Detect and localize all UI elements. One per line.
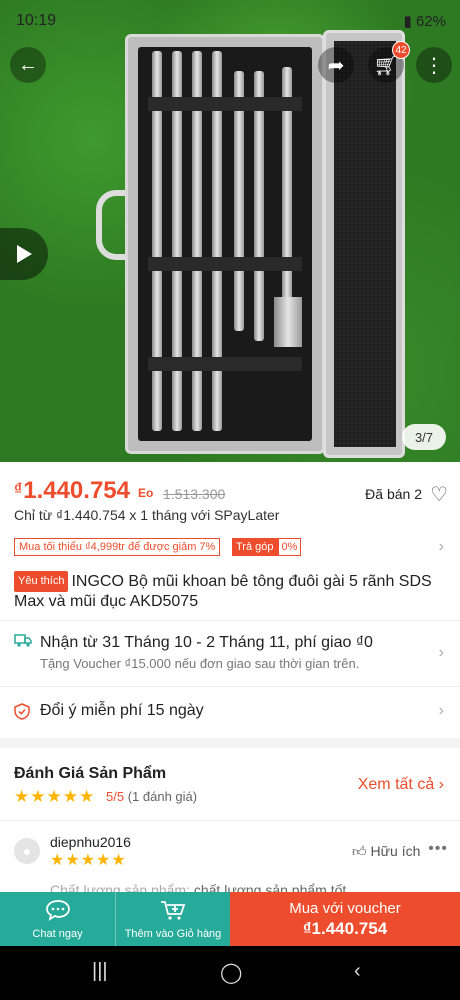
more-icon[interactable]: •••	[428, 840, 448, 858]
cart-button[interactable]: 🛒︎ 42	[368, 41, 410, 83]
recent-apps-icon[interactable]: |||	[92, 960, 108, 983]
chevron-right-icon[interactable]: ›	[439, 644, 444, 662]
product-page: 10:19 ▮ 62% ← ➦ 🛒︎ 42 ⋮ 3/7 ₫1.440.754 E…	[0, 0, 460, 1000]
image-counter: 3/7	[402, 424, 446, 450]
sold-count: Đã bán 2	[365, 486, 422, 502]
share-icon: ➦	[327, 54, 345, 77]
chat-icon	[45, 899, 71, 926]
case-lid	[323, 30, 405, 458]
shipping-estimate[interactable]: Nhận từ 31 Tháng 10 - 2 Tháng 11, phí gi…	[40, 634, 373, 652]
add-to-cart-button[interactable]: Thêm vào Giỏ hàng	[115, 892, 230, 946]
chat-button[interactable]: Chat ngay	[0, 892, 115, 946]
shipping-voucher-note: Tặng Voucher ₫15.000 nếu đơn giao sau th…	[40, 656, 360, 671]
status-bar: 10:19 ▮ 62%	[0, 0, 460, 30]
chevron-right-icon: ›	[438, 776, 444, 793]
price: ₫1.440.754	[14, 477, 130, 504]
see-all-reviews-link[interactable]: Xem tất cả ›	[358, 776, 444, 794]
shield-icon	[14, 703, 30, 720]
more-vertical-icon: ⋮	[424, 54, 444, 77]
installment-info[interactable]: Chỉ từ ₫1.440.754 x 1 tháng với SPayLate…	[14, 507, 279, 523]
favorite-badge: Yêu thích	[14, 571, 69, 592]
review-username: diepnhu2016	[50, 834, 131, 850]
truck-icon	[14, 633, 32, 647]
back-button[interactable]: ←	[10, 47, 46, 83]
helpful-button[interactable]: 👍︎ Hữu ích	[352, 843, 420, 860]
avatar: ●	[14, 838, 40, 864]
bottom-action-bar: Chat ngay Thêm vào Giỏ hàng Mua với vouc…	[0, 892, 460, 946]
add-to-cart-icon	[159, 899, 187, 926]
play-icon	[17, 245, 32, 263]
thumbs-up-icon: 👍︎	[352, 843, 367, 859]
chevron-right-icon[interactable]: ›	[439, 702, 444, 720]
rating-stars: ★★★★★	[14, 787, 96, 806]
product-title: Yêu thích INGCO Bộ mũi khoan bê tông đuôi…	[14, 571, 432, 610]
original-price: 1.513.300	[163, 486, 226, 502]
system-nav-bar: ||| ◯ ‹	[0, 946, 460, 1000]
status-time: 10:19	[16, 12, 57, 29]
heart-icon[interactable]: ♡	[430, 482, 448, 507]
more-options-button[interactable]: ⋮	[416, 47, 452, 83]
chevron-right-icon[interactable]: ›	[439, 538, 444, 556]
share-button[interactable]: ➦	[318, 47, 354, 83]
cart-count-badge: 42	[392, 41, 410, 59]
installment-tag[interactable]: Trả góp 0%	[232, 538, 302, 556]
drill-bit-case	[125, 34, 325, 454]
battery-level: ▮ 62%	[403, 13, 446, 30]
return-policy[interactable]: Đổi ý miễn phí 15 ngày	[40, 702, 204, 720]
reviews-title: Đánh Giá Sản Phẩm	[14, 765, 167, 782]
promo-tag[interactable]: Mua tối thiểu ₫4,999tr để được giảm 7%	[14, 538, 221, 556]
home-icon[interactable]: ◯	[220, 960, 242, 985]
buy-with-voucher-button[interactable]: Mua với voucher ₫1.440.754	[230, 892, 460, 946]
arrow-left-icon: ←	[18, 53, 38, 76]
review-stars: ★★★★★	[50, 852, 127, 869]
rating-score: 5/5 (1 đánh giá)	[106, 789, 198, 804]
back-nav-icon[interactable]: ‹	[354, 960, 361, 983]
discount-badge: Eo	[138, 486, 154, 500]
